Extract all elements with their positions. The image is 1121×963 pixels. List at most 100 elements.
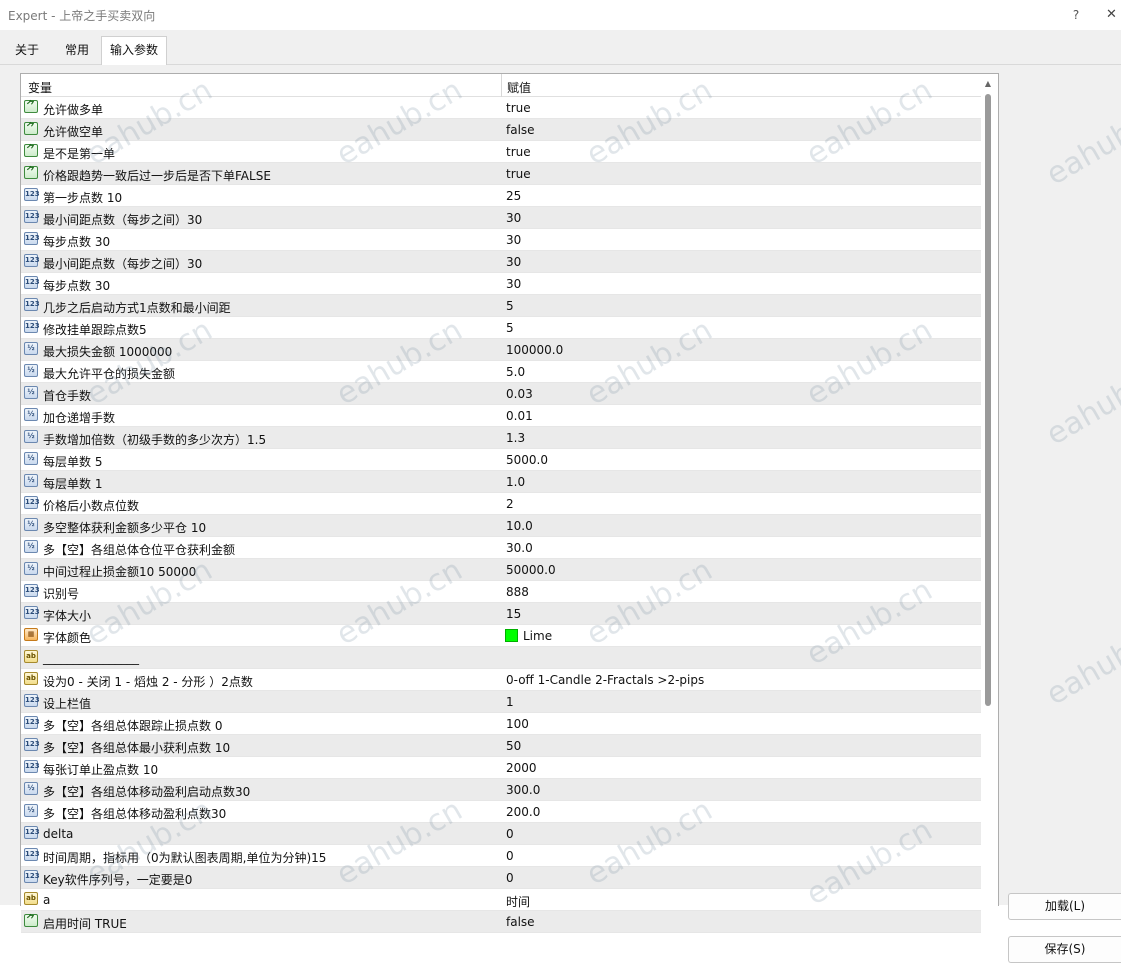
value-cell[interactable]: Lime (523, 629, 552, 643)
load-button[interactable]: 加载(L) (1008, 893, 1121, 920)
value-cell[interactable]: 5000.0 (506, 453, 548, 467)
table-row[interactable]: ½ 最大损失金额 1000000 100000.0 (21, 339, 981, 361)
value-cell[interactable]: 1.3 (506, 431, 525, 445)
table-row[interactable]: 123 最小间距点数（每步之间）30 30 (21, 251, 981, 273)
table-row[interactable]: ⺈启用时间 TRUE false (21, 911, 981, 933)
close-icon[interactable]: ✕ (1106, 5, 1121, 25)
value-cell[interactable]: 5.0 (506, 365, 525, 379)
table-row[interactable]: ½ 多【空】各组总体移动盈利点数30 200.0 (21, 801, 981, 823)
variable-name: 字体颜色 (43, 631, 92, 645)
table-row[interactable]: ⺈允许做空单 false (21, 119, 981, 141)
color-swatch[interactable] (505, 629, 518, 642)
value-cell[interactable]: 0 (506, 871, 514, 885)
value-cell[interactable]: 0.03 (506, 387, 533, 401)
table-row[interactable]: 123 每步点数 30 30 (21, 273, 981, 295)
bool-icon: ⺈ (24, 166, 38, 179)
table-row[interactable]: ½ 中间过程止损金额10 50000 50000.0 (21, 559, 981, 581)
table-row[interactable]: 123 识别号 888 (21, 581, 981, 603)
value-cell[interactable]: 30.0 (506, 541, 533, 555)
table-row[interactable]: 123 每步点数 30 30 (21, 229, 981, 251)
table-row[interactable]: ⺈是不是第一单 true (21, 141, 981, 163)
table-row[interactable]: ab 设为0 - 关闭 1 - 熖烛 2 - 分形 ）2点数 0-off 1-Can… (21, 669, 981, 691)
value-cell[interactable]: 0 (506, 827, 514, 841)
table-row[interactable]: 123 价格后小数点位数 2 (21, 493, 981, 515)
value-cell[interactable]: 0 (506, 849, 514, 863)
value-cell[interactable]: 30 (506, 233, 521, 247)
tab-about[interactable]: 关于 (8, 40, 46, 63)
variable-name: 多【空】各组总体移动盈利点数30 (43, 807, 227, 821)
help-button[interactable]: ? (1066, 5, 1086, 25)
value-cell[interactable]: true (506, 145, 531, 159)
column-header-value[interactable]: 赋值 (507, 79, 531, 96)
tab-common[interactable]: 常用 (56, 40, 98, 63)
value-cell[interactable]: 30 (506, 211, 521, 225)
column-header-variable[interactable]: 变量 (28, 79, 52, 96)
tab-inputs[interactable]: 输入参数 (101, 36, 167, 66)
table-row[interactable]: 123 几步之后启动方式1点数和最小间距 5 (21, 295, 981, 317)
double-icon: ½ (24, 386, 38, 399)
value-cell[interactable]: 5 (506, 299, 514, 313)
value-cell[interactable]: 100 (506, 717, 529, 731)
table-row[interactable]: 123 delta 0 (21, 823, 981, 845)
variable-name: 是不是第一单 (43, 147, 116, 161)
table-row[interactable]: ⺈允许做多单 true (21, 97, 981, 119)
variable-name: 启用时间 TRUE (43, 917, 127, 931)
value-cell[interactable]: 50 (506, 739, 521, 753)
string-icon: ab (24, 892, 38, 905)
int-icon: 123 (24, 188, 40, 201)
value-cell[interactable]: 50000.0 (506, 563, 556, 577)
table-row[interactable]: 123 第一步点数 10 25 (21, 185, 981, 207)
table-row[interactable]: ½ 加仓递增手数 0.01 (21, 405, 981, 427)
table-row[interactable]: 123 多【空】各组总体最小获利点数 10 50 (21, 735, 981, 757)
table-row[interactable]: 123 每张订单止盈点数 10 2000 (21, 757, 981, 779)
table-row[interactable]: 123 多【空】各组总体跟踪止损点数 0 100 (21, 713, 981, 735)
value-cell[interactable]: 1 (506, 695, 514, 709)
value-cell[interactable]: 0.01 (506, 409, 533, 423)
table-row[interactable]: ▦ 字体颜色 Lime (21, 625, 981, 647)
variable-name: 每层单数 5 (43, 455, 103, 469)
value-cell[interactable]: 1.0 (506, 475, 525, 489)
double-icon: ½ (24, 518, 38, 531)
table-row[interactable]: ½ 最大允许平仓的损失金额 5.0 (21, 361, 981, 383)
value-cell[interactable]: 2000 (506, 761, 537, 775)
table-row[interactable]: 123 最小间距点数（每步之间）30 30 (21, 207, 981, 229)
value-cell[interactable]: 0-off 1-Candle 2-Fractals >2-pips (506, 673, 704, 687)
table-row[interactable]: 123 设上栏值 1 (21, 691, 981, 713)
table-row[interactable]: ab ________________ (21, 647, 981, 669)
value-cell[interactable]: true (506, 101, 531, 115)
table-row[interactable]: ½ 多【空】各组总体移动盈利启动点数30 300.0 (21, 779, 981, 801)
scroll-up-icon[interactable]: ▲ (984, 80, 992, 88)
table-row[interactable]: 123 字体大小 15 (21, 603, 981, 625)
table-row[interactable]: ½ 每层单数 5 5000.0 (21, 449, 981, 471)
table-row[interactable]: 123 修改挂单跟踪点数5 5 (21, 317, 981, 339)
table-row[interactable]: ab a 时间 (21, 889, 981, 911)
value-cell[interactable]: false (506, 915, 535, 929)
value-cell[interactable]: true (506, 167, 531, 181)
table-row[interactable]: ⺈价格跟趋势一致后过一步后是否下单FALSE true (21, 163, 981, 185)
table-row[interactable]: 123 Key软件序列号，一定要是0 0 (21, 867, 981, 889)
save-button[interactable]: 保存(S) (1008, 936, 1121, 963)
value-cell[interactable]: 15 (506, 607, 521, 621)
table-row[interactable]: ½ 首仓手数 0.03 (21, 383, 981, 405)
int-icon: 123 (24, 320, 40, 333)
value-cell[interactable]: 25 (506, 189, 521, 203)
value-cell[interactable]: false (506, 123, 535, 137)
table-row[interactable]: ½ 多空整体获利金额多少平仓 10 10.0 (21, 515, 981, 537)
value-cell[interactable]: 10.0 (506, 519, 533, 533)
value-cell[interactable]: 200.0 (506, 805, 540, 819)
table-row[interactable]: ½ 多【空】各组总体仓位平仓获利金额 30.0 (21, 537, 981, 559)
value-cell[interactable]: 2 (506, 497, 514, 511)
value-cell[interactable]: 时间 (506, 893, 530, 910)
value-cell[interactable]: 300.0 (506, 783, 540, 797)
value-cell[interactable]: 5 (506, 321, 514, 335)
value-cell[interactable]: 30 (506, 277, 521, 291)
int-icon: 123 (24, 254, 40, 267)
value-cell[interactable]: 30 (506, 255, 521, 269)
value-cell[interactable]: 888 (506, 585, 529, 599)
table-row[interactable]: ½ 手数增加倍数（初级手数的多少次方）1.5 1.3 (21, 427, 981, 449)
table-row[interactable]: 123 时间周期，指标用（0为默认图表周期,单位为分钟)15 0 (21, 845, 981, 867)
variable-name: 手数增加倍数（初级手数的多少次方）1.5 (43, 433, 267, 447)
value-cell[interactable]: 100000.0 (506, 343, 563, 357)
vertical-scrollbar[interactable] (985, 94, 991, 706)
table-row[interactable]: ½ 每层单数 1 1.0 (21, 471, 981, 493)
